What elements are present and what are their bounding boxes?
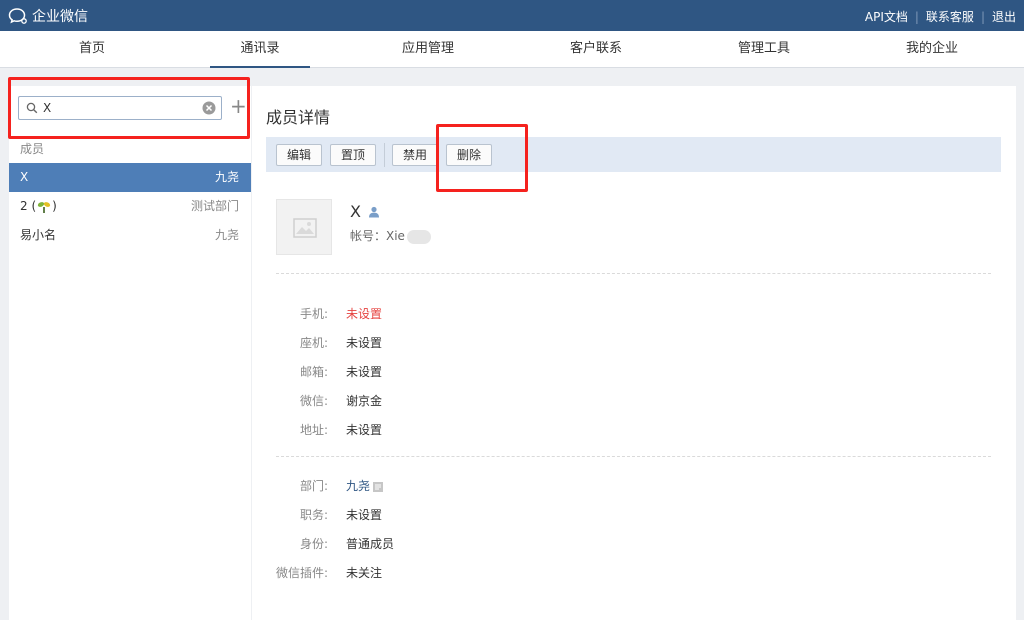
person-icon [368, 206, 379, 217]
sprout-avatar-icon [38, 201, 51, 213]
field-address: 地址: 未设置 [299, 423, 383, 437]
contact-support-link[interactable]: 联系客服 [926, 8, 974, 25]
tab-contacts[interactable]: 通讯录 [210, 31, 310, 68]
delete-button[interactable]: 删除 [446, 144, 493, 166]
tab-management-tools[interactable]: 管理工具 [714, 31, 814, 68]
divider [276, 273, 991, 274]
wecom-logo-icon [8, 8, 27, 24]
field-email: 邮箱: 未设置 [299, 365, 383, 379]
add-member-icon[interactable]: + [230, 96, 247, 118]
main-nav: 首页 通讯录 应用管理 客户联系 管理工具 我的企业 [0, 31, 1024, 68]
member-name: X [20, 170, 29, 184]
detail-toolbar: 编辑 置顶 禁用 删除 [266, 137, 1001, 172]
avatar [276, 199, 332, 255]
member-list: X 九尧 2 ( ) 测试部门 易小名 九尧 [9, 163, 251, 250]
list-item[interactable]: 2 ( ) 测试部门 [9, 192, 251, 221]
search-icon [26, 102, 38, 114]
divider [276, 456, 991, 457]
member-name: 易小名 [20, 228, 57, 242]
search-box[interactable] [18, 96, 222, 120]
redacted-blur [406, 229, 431, 244]
field-position: 职务: 未设置 [299, 508, 383, 522]
brand-name: 企业微信 [32, 9, 88, 25]
logout-link[interactable]: 退出 [992, 8, 1016, 25]
field-mobile: 手机: 未设置 [299, 307, 383, 321]
member-search-panel: + 成员 X 九尧 2 ( ) 测试部门 易小名 九尧 [9, 86, 251, 620]
tab-customer-contact[interactable]: 客户联系 [546, 31, 646, 68]
edit-button[interactable]: 编辑 [276, 144, 323, 166]
member-display-name: X [350, 202, 380, 221]
field-identity: 身份: 普通成员 [299, 537, 395, 551]
member-detail-panel: 成员详情 编辑 置顶 禁用 删除 X 帐号：Xie 手机: 未设置 座机: 未设… [252, 86, 1016, 620]
top-bar: 企业微信 API文档 | 联系客服 | 退出 [0, 0, 1024, 31]
member-name: 2 ( ) [20, 199, 57, 213]
list-item[interactable]: 易小名 九尧 [9, 221, 251, 250]
field-department: 部门: 九尧 [252, 477, 952, 495]
tab-my-enterprise[interactable]: 我的企业 [882, 31, 982, 68]
api-docs-link[interactable]: API文档 [865, 8, 908, 25]
member-dept: 九尧 [214, 228, 239, 242]
member-dept: 测试部门 [190, 199, 239, 213]
field-wechat-plugin: 微信插件: 未关注 [275, 566, 383, 580]
top-links: API文档 | 联系客服 | 退出 [864, 8, 1016, 25]
page-title: 成员详情 [266, 108, 331, 127]
section-label-members: 成员 [20, 142, 45, 156]
toolbar-divider [384, 143, 385, 167]
department-info-icon[interactable] [373, 481, 384, 492]
clear-icon[interactable] [202, 101, 216, 115]
tab-app-management[interactable]: 应用管理 [378, 31, 478, 68]
brand[interactable]: 企业微信 [8, 5, 88, 27]
field-wechat: 微信: 谢京金 [299, 394, 383, 408]
department-link[interactable]: 九尧 [346, 479, 370, 493]
member-dept: 九尧 [214, 170, 239, 184]
image-placeholder-icon [293, 218, 317, 238]
account-id: 帐号：Xie [350, 227, 431, 244]
list-item[interactable]: X 九尧 [9, 163, 251, 192]
disable-button[interactable]: 禁用 [392, 144, 439, 166]
pin-button[interactable]: 置顶 [330, 144, 377, 166]
tab-home[interactable]: 首页 [42, 31, 142, 68]
search-input[interactable] [43, 99, 193, 117]
field-landline: 座机: 未设置 [299, 336, 383, 350]
